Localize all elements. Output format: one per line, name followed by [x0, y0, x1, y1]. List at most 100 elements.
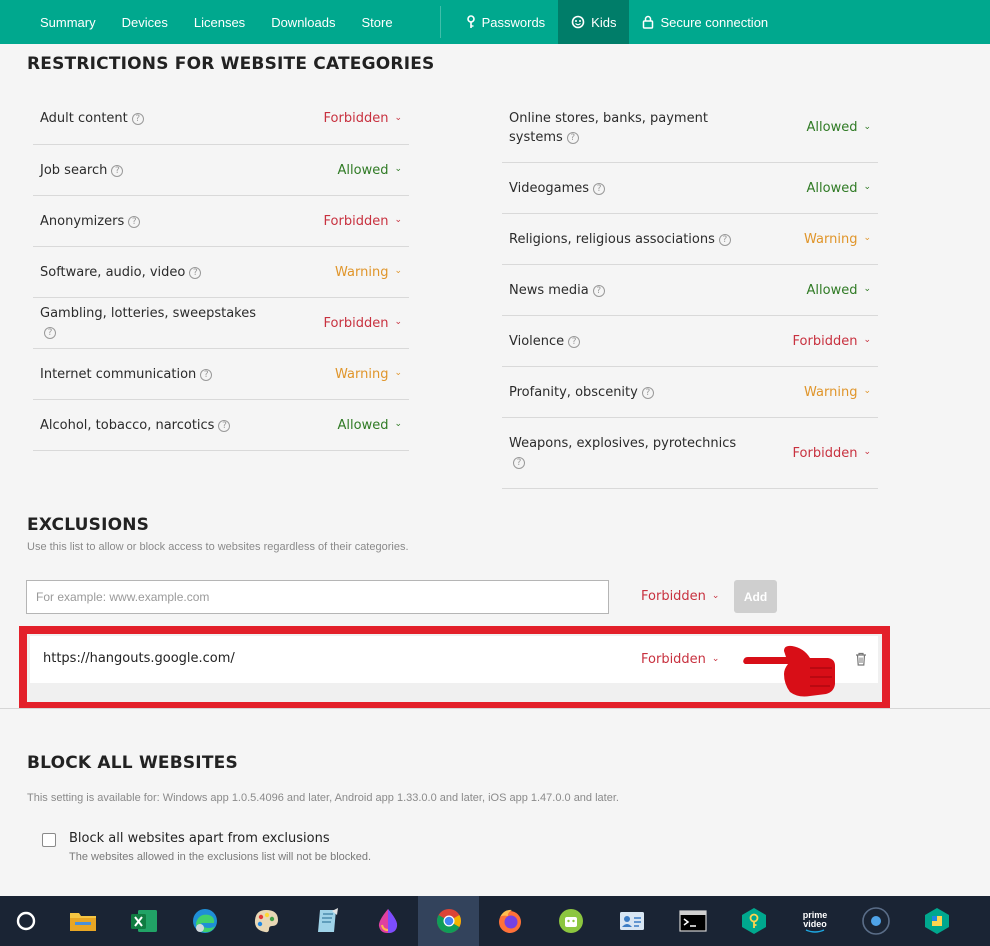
help-icon[interactable]: ?	[513, 457, 525, 469]
chevron-down-icon: ⌄	[394, 368, 402, 378]
taskbar-prime-video[interactable]: prime video	[784, 896, 845, 946]
nav-label: Devices	[121, 14, 168, 30]
nav-label: Downloads	[271, 14, 336, 30]
help-icon[interactable]: ?	[200, 368, 213, 381]
help-icon[interactable]: ?	[44, 327, 56, 339]
chevron-down-icon: ⌄	[394, 266, 402, 276]
category-row-online-stores-banks-payment-systems: Online stores, banks, payment systems? Al…	[502, 93, 878, 163]
taskbar-notes[interactable]	[296, 896, 357, 946]
category-label: Internet communication?	[40, 365, 213, 384]
category-label: Gambling, lotteries, sweepstakes?	[40, 304, 270, 342]
chevron-down-icon: ⌄	[863, 121, 871, 132]
taskbar-drop[interactable]	[357, 896, 418, 946]
taskbar-file-explorer[interactable]	[52, 896, 113, 946]
nav-label: Summary	[40, 14, 96, 30]
help-icon[interactable]: ?	[128, 215, 141, 228]
taskbar-chrome[interactable]	[418, 896, 479, 946]
nav-secure-connection[interactable]: Secure connection	[629, 0, 781, 44]
category-status-dropdown[interactable]: Forbidden ⌄	[324, 214, 402, 229]
nav-kids[interactable]: Kids	[558, 0, 630, 44]
category-row-religions-religious-associations: Religions, religious associations? Warnin…	[502, 214, 878, 265]
taskbar-excel[interactable]	[113, 896, 174, 946]
category-status-dropdown[interactable]: Forbidden ⌄	[793, 446, 871, 461]
taskbar-firefox[interactable]	[479, 896, 540, 946]
help-icon[interactable]: ?	[718, 233, 731, 246]
category-label: Job search?	[40, 161, 124, 180]
help-icon[interactable]: ?	[189, 266, 202, 279]
category-status-dropdown[interactable]: Allowed ⌄	[338, 163, 403, 178]
help-icon[interactable]: ?	[592, 284, 605, 297]
category-name: Software, audio, video	[40, 264, 186, 280]
taskbar: prime video	[0, 896, 990, 946]
status-label: Allowed	[806, 120, 858, 135]
taskbar-terminal[interactable]	[662, 896, 723, 946]
category-status-dropdown[interactable]: Forbidden ⌄	[793, 334, 871, 349]
exclusion-url: https://hangouts.google.com/	[43, 651, 235, 666]
restrictions-title: RESTRICTIONS FOR WEBSITE CATEGORIES	[27, 54, 435, 74]
taskbar-contacts[interactable]	[601, 896, 662, 946]
category-status-dropdown[interactable]: Warning ⌄	[804, 385, 871, 400]
taskbar-android-emulator[interactable]	[540, 896, 601, 946]
help-icon[interactable]: ?	[218, 419, 231, 432]
category-name: Job search	[40, 162, 108, 178]
nav-downloads[interactable]: Downloads	[258, 0, 348, 44]
block-all-title: BLOCK ALL WEBSITES	[27, 753, 238, 773]
taskbar-kaspersky-password[interactable]	[723, 896, 784, 946]
chevron-down-icon: ⌄	[863, 182, 871, 192]
drop-icon	[378, 909, 397, 933]
nav-summary[interactable]: Summary	[0, 0, 109, 44]
chevron-down-icon: ⌄	[863, 447, 871, 457]
add-button[interactable]: Add	[734, 580, 777, 613]
nav-licenses[interactable]: Licenses	[181, 0, 258, 44]
taskbar-app[interactable]	[906, 896, 967, 946]
paint-icon	[254, 910, 278, 933]
category-label: Videogames?	[509, 179, 606, 198]
firefox-icon	[498, 909, 521, 933]
exclusion-entry-status-dropdown[interactable]: Forbidden ⌄	[641, 652, 719, 667]
category-status-dropdown[interactable]: Warning ⌄	[804, 232, 871, 247]
category-status-dropdown[interactable]: Forbidden ⌄	[324, 111, 402, 126]
nav-devices[interactable]: Devices	[109, 0, 181, 44]
chevron-down-icon: ⌄	[394, 419, 402, 429]
taskbar-paint[interactable]	[235, 896, 296, 946]
help-icon[interactable]: ?	[568, 335, 581, 348]
category-status-dropdown[interactable]: Warning ⌄	[335, 367, 402, 382]
edge-icon	[192, 909, 217, 933]
category-status-dropdown[interactable]: Allowed ⌄	[807, 283, 872, 298]
nav-label: Licenses	[193, 14, 246, 30]
start-button[interactable]	[0, 896, 52, 946]
taskbar-cortana[interactable]	[845, 896, 906, 946]
category-status-dropdown[interactable]: Allowed ⌄	[338, 418, 403, 433]
excel-icon	[130, 910, 157, 932]
chevron-down-icon: ⌄	[711, 653, 720, 664]
category-status-dropdown[interactable]: Allowed ⌄	[807, 120, 872, 135]
file-explorer-icon	[69, 913, 96, 931]
category-label: Adult content?	[40, 109, 144, 128]
status-label: Forbidden	[792, 333, 858, 349]
help-icon[interactable]: ?	[131, 113, 144, 125]
category-status-dropdown[interactable]: Forbidden ⌄	[324, 316, 402, 331]
nav-label: Store	[361, 14, 393, 30]
category-row-weapons-explosives-pyrotechnics: Weapons, explosives, pyrotechnics? Forbid…	[502, 418, 878, 489]
category-name: Internet communication	[40, 366, 197, 382]
nav-store[interactable]: Store	[349, 0, 406, 44]
category-status-dropdown[interactable]: Allowed ⌄	[807, 181, 872, 196]
taskbar-edge[interactable]	[174, 896, 235, 946]
category-status-dropdown[interactable]: Warning ⌄	[335, 265, 402, 280]
nav-passwords[interactable]: Passwords	[453, 0, 559, 44]
status-label: Forbidden	[323, 315, 389, 331]
help-icon[interactable]: ?	[593, 182, 606, 195]
category-row-profanity-obscenity: Profanity, obscenity? Warning ⌄	[502, 367, 878, 418]
block-all-checkbox[interactable]	[42, 833, 56, 847]
prime-text-bottom: video	[803, 919, 827, 929]
exclusion-url-input[interactable]	[26, 580, 609, 614]
exclusion-status-dropdown[interactable]: Forbidden ⌄	[641, 589, 719, 604]
category-row-anonymizers: Anonymizers? Forbidden ⌄	[33, 196, 409, 247]
android-emulator-icon	[558, 909, 583, 933]
help-icon[interactable]: ?	[641, 386, 654, 399]
category-label: Profanity, obscenity?	[509, 383, 654, 402]
category-label: Anonymizers?	[40, 212, 141, 231]
help-icon[interactable]: ?	[566, 131, 579, 144]
help-icon[interactable]: ?	[111, 164, 124, 177]
trash-icon[interactable]	[853, 651, 869, 667]
